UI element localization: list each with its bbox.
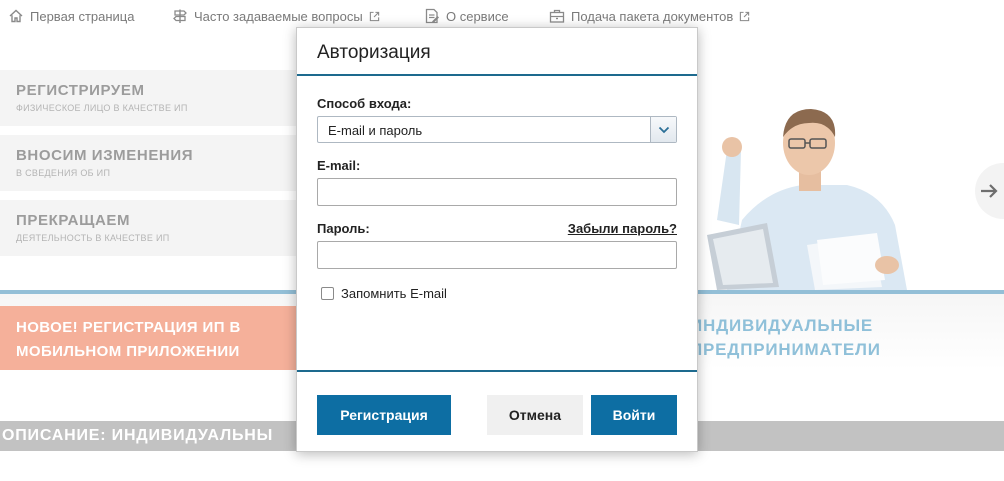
carousel-next-button[interactable] <box>975 163 1004 219</box>
hero-man-illustration <box>707 109 907 290</box>
menu-item-title: ВНОСИМ ИЗМЕНЕНИЯ <box>16 147 194 164</box>
remember-email-checkbox[interactable] <box>321 287 334 300</box>
nav-link-home[interactable]: Первая страница <box>8 8 134 24</box>
promo-mobile-app-banner[interactable]: НОВОЕ! РЕГИСТРАЦИЯ ИП В МОБИЛЬНОМ ПРИЛОЖ… <box>0 306 296 370</box>
external-link-icon <box>369 11 379 21</box>
cancel-button[interactable]: Отмена <box>487 395 583 435</box>
external-link-icon <box>740 11 750 21</box>
menu-item-subtitle: ДЕЯТЕЛЬНОСТЬ В КАЧЕСТВЕ ИП <box>16 233 170 243</box>
forgot-password-link[interactable]: Забыли пароль? <box>568 221 677 236</box>
hero-caption: ИНДИВИДУАЛЬНЫЕ ПРЕДПРИНИМАТЕЛИ <box>690 314 881 362</box>
password-label: Пароль: <box>317 221 370 236</box>
remember-email-label: Запомнить E-mail <box>341 286 447 301</box>
dialog-body: Способ входа: E-mail и пароль E-mail: Па… <box>297 76 697 372</box>
login-method-select[interactable]: E-mail и пароль <box>317 116 677 143</box>
email-label: E-mail: <box>317 158 361 173</box>
promo-line: МОБИЛЬНОМ ПРИЛОЖЕНИИ <box>16 343 240 360</box>
menu-item-terminate[interactable]: ПРЕКРАЩАЕМ ДЕЯТЕЛЬНОСТЬ В КАЧЕСТВЕ ИП <box>0 200 300 256</box>
nav-label-about: О сервисе <box>446 8 509 24</box>
page: Первая страница Часто задаваемые вопросы… <box>0 0 1004 481</box>
remember-email-option[interactable]: Запомнить E-mail <box>321 286 447 301</box>
nav-label-submit-documents: Подача пакета документов <box>571 8 734 24</box>
home-icon <box>9 9 23 23</box>
email-input[interactable] <box>317 178 677 206</box>
hero-caption-line: ИНДИВИДУАЛЬНЫЕ <box>690 316 874 335</box>
menu-item-changes[interactable]: ВНОСИМ ИЗМЕНЕНИЯ В СВЕДЕНИЯ ОБ ИП <box>0 135 300 191</box>
login-method-label: Способ входа: <box>317 96 412 111</box>
login-method-dropdown-button[interactable] <box>650 117 676 142</box>
hero-caption-line: ПРЕДПРИНИМАТЕЛИ <box>690 340 881 359</box>
menu-item-register[interactable]: РЕГИСТРИРУЕМ ФИЗИЧЕСКОЕ ЛИЦО В КАЧЕСТВЕ … <box>0 70 300 126</box>
nav-label-home: Первая страница <box>30 8 135 24</box>
briefcase-icon <box>549 9 565 23</box>
menu-item-title: РЕГИСТРИРУЕМ <box>16 82 145 99</box>
arrow-right-icon <box>981 184 998 198</box>
nav-label-faq: Часто задаваемые вопросы <box>194 8 363 24</box>
document-icon <box>425 8 439 24</box>
menu-item-subtitle: В СВЕДЕНИЯ ОБ ИП <box>16 168 111 178</box>
authorization-dialog: Авторизация Способ входа: E-mail и парол… <box>296 27 698 452</box>
menu-item-subtitle: ФИЗИЧЕСКОЕ ЛИЦО В КАЧЕСТВЕ ИП <box>16 103 188 113</box>
dialog-header: Авторизация <box>297 28 697 76</box>
promo-line: НОВОЕ! РЕГИСТРАЦИЯ ИП В <box>16 319 241 336</box>
login-button[interactable]: Войти <box>591 395 677 435</box>
register-button[interactable]: Регистрация <box>317 395 451 435</box>
menu-item-title: ПРЕКРАЩАЕМ <box>16 212 131 229</box>
nav-link-faq[interactable]: Часто задаваемые вопросы <box>172 8 380 24</box>
dialog-title: Авторизация <box>317 42 431 63</box>
nav-link-submit-documents[interactable]: Подача пакета документов <box>549 8 750 24</box>
password-input[interactable] <box>317 241 677 269</box>
chevron-down-icon <box>658 126 669 133</box>
nav-link-about[interactable]: О сервисе <box>424 8 509 24</box>
login-method-value: E-mail и пароль <box>328 123 423 138</box>
signpost-icon <box>173 9 187 23</box>
